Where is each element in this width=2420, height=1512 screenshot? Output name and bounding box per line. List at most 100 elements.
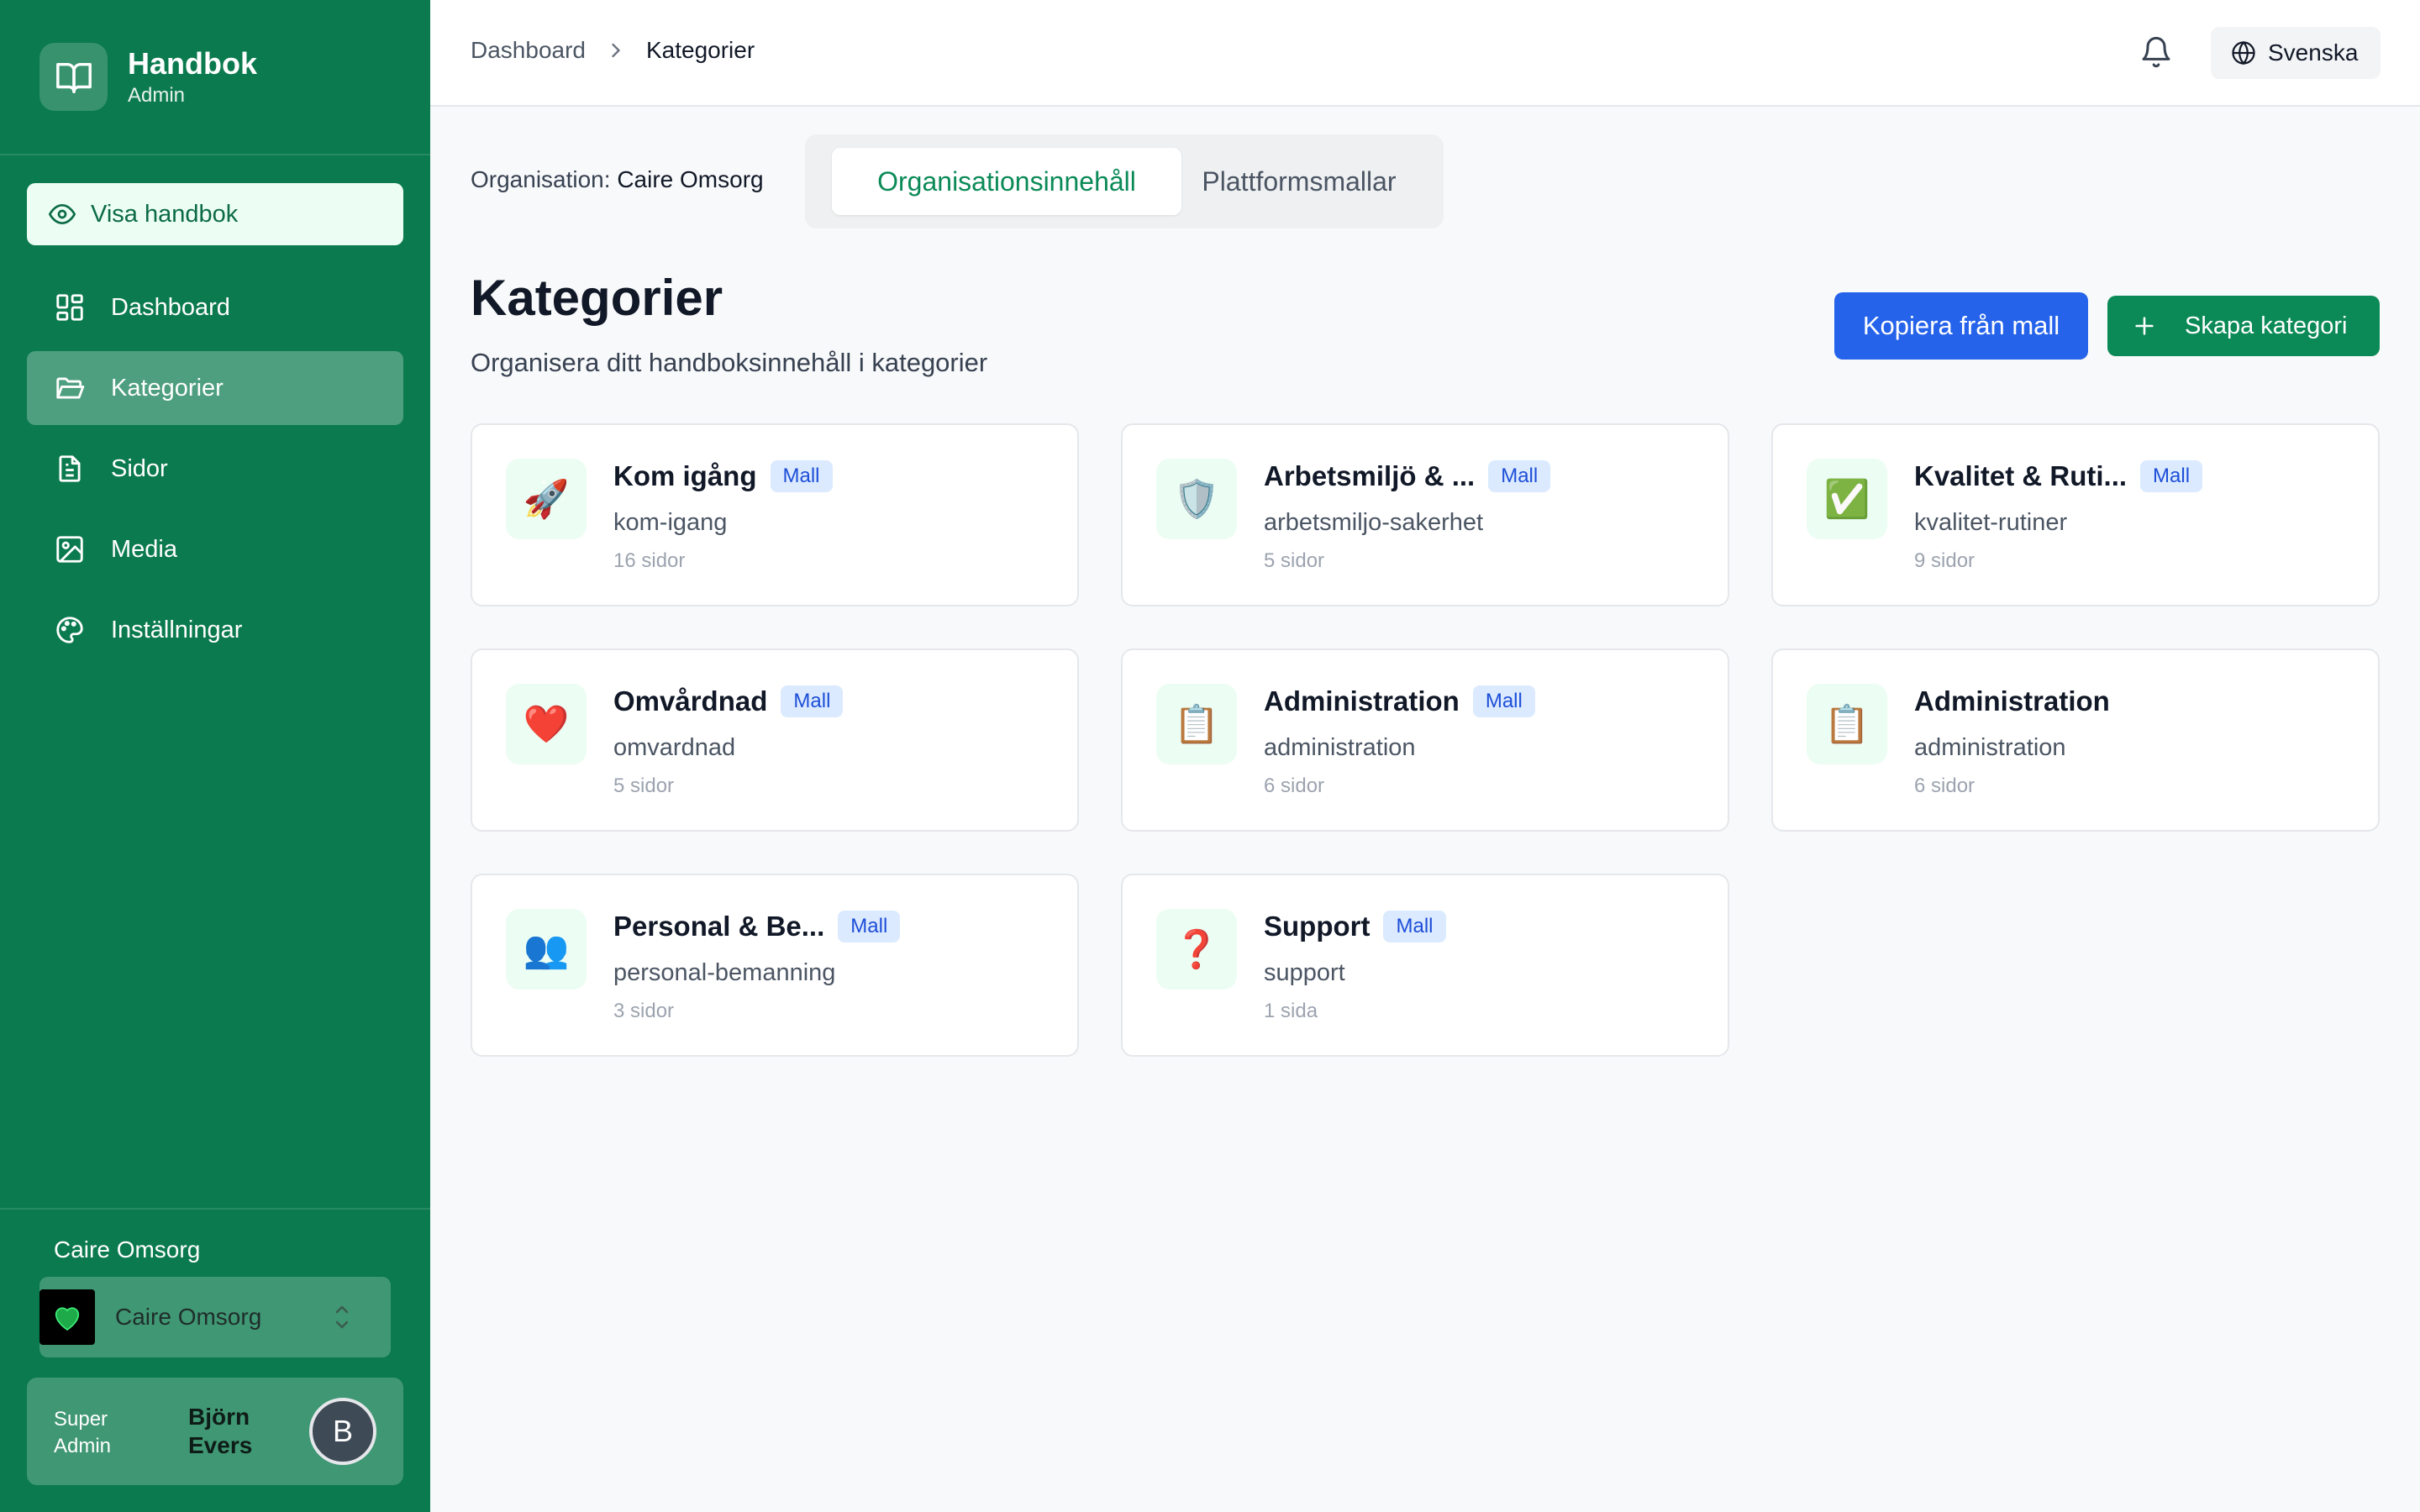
chevron-up-down-icon <box>332 1300 352 1334</box>
category-title: Omvårdnad <box>613 685 768 717</box>
card-emoji: ✅ <box>1823 479 1870 520</box>
card-emoji: ❤️ <box>523 704 570 745</box>
category-title: Kom igång <box>613 460 757 491</box>
template-badge: Mall <box>2140 460 2203 492</box>
brand-subtitle: Admin <box>128 83 186 107</box>
organization-select-value: Caire Omsorg <box>115 1304 262 1330</box>
heart-icon: ❤️ <box>506 684 587 764</box>
template-badge: Mall <box>838 911 901 942</box>
bell-icon[interactable] <box>2139 35 2173 69</box>
category-slug: kom-igang <box>613 509 728 536</box>
image-icon <box>54 533 86 565</box>
create-category-button[interactable]: Skapa kategori <box>2107 296 2380 356</box>
view-handbook-button[interactable]: Visa handbok <box>27 183 403 245</box>
language-label: Svenska <box>2268 39 2359 66</box>
sidebar-item-kategorier[interactable]: Kategorier <box>27 351 403 425</box>
category-slug: arbetsmiljo-sakerhet <box>1264 509 1484 536</box>
sidebar-item-label: Media <box>111 535 177 563</box>
brand-title: Handbok <box>128 45 258 81</box>
sidebar: Handbok Admin Visa handbok Dashboard Kat… <box>0 0 430 1512</box>
organization-select[interactable]: Caire Omsorg <box>39 1277 391 1357</box>
create-category-label: Skapa kategori <box>2185 312 2348 339</box>
eye-icon <box>49 201 76 228</box>
breadcrumb: Dashboard Kategorier <box>471 37 755 64</box>
language-button[interactable]: Svenska <box>2211 27 2381 79</box>
globe-icon <box>2231 40 2256 66</box>
card-emoji: 👥 <box>523 929 570 970</box>
divider <box>0 154 430 155</box>
category-card[interactable]: 📋 Administration administration 6 sidor <box>1771 648 2380 832</box>
category-slug: administration <box>1914 734 2066 761</box>
category-page-count: 6 sidor <box>1914 774 1975 797</box>
sidebar-item-sidor[interactable]: Sidor <box>27 432 403 506</box>
category-slug: omvardnad <box>613 734 736 761</box>
sidebar-item-label: Sidor <box>111 454 168 482</box>
book-icon <box>39 43 108 111</box>
template-badge: Mall <box>1488 460 1551 492</box>
category-slug: kvalitet-rutiner <box>1914 509 2068 536</box>
category-page-count: 5 sidor <box>613 774 675 797</box>
organization-line-label: Organisation: <box>471 166 611 192</box>
card-emoji: 📋 <box>1823 704 1870 745</box>
sidebar-item-installningar[interactable]: Inställningar <box>27 593 403 667</box>
template-badge: Mall <box>1383 911 1446 942</box>
category-card[interactable]: 🛡️ Arbetsmiljö & ... Mall arbetsmiljo-sak… <box>1121 423 1729 606</box>
copy-from-template-button[interactable]: Kopiera från mall <box>1834 292 2088 360</box>
clipboard-icon: 📋 <box>1156 684 1237 764</box>
tab-organisationsinnehall[interactable]: Organisationsinnehåll <box>832 148 1181 215</box>
category-card[interactable]: ❓ Support Mall support 1 sida <box>1121 874 1729 1057</box>
breadcrumb-dashboard[interactable]: Dashboard <box>471 37 586 64</box>
category-card[interactable]: 🚀 Kom igång Mall kom-igang 16 sidor <box>471 423 1079 606</box>
content-tabs: Organisationsinnehåll Plattformsmallar <box>805 134 1444 228</box>
check-mark-icon: ✅ <box>1807 459 1887 539</box>
card-emoji: 📋 <box>1173 704 1220 745</box>
avatar[interactable]: B <box>309 1398 376 1465</box>
category-page-count: 6 sidor <box>1264 774 1325 797</box>
category-title: Kvalitet & Ruti... <box>1914 460 2128 491</box>
category-title: Support <box>1264 911 1370 942</box>
page-subtitle: Organisera ditt handboksinnehåll i kateg… <box>471 348 988 377</box>
sidebar-item-dashboard[interactable]: Dashboard <box>27 270 403 344</box>
people-icon: 👥 <box>506 909 587 990</box>
card-emoji: ❓ <box>1173 929 1220 970</box>
category-page-count: 9 sidor <box>1914 549 1975 572</box>
sidebar-item-label: Dashboard <box>111 293 230 321</box>
category-card[interactable]: ✅ Kvalitet & Ruti... Mall kvalitet-rutine… <box>1771 423 2380 606</box>
page-icon <box>54 453 86 485</box>
organization-label: Caire Omsorg <box>54 1236 201 1263</box>
category-card[interactable]: ❤️ Omvårdnad Mall omvardnad 5 sidor <box>471 648 1079 832</box>
category-page-count: 5 sidor <box>1264 549 1325 572</box>
category-card[interactable]: 👥 Personal & Be... Mall personal-bemannin… <box>471 874 1079 1057</box>
brand[interactable]: Handbok Admin <box>39 43 257 111</box>
question-mark-icon: ❓ <box>1156 909 1237 990</box>
organization-logo <box>39 1289 95 1345</box>
organization-line: Organisation: Caire Omsorg <box>471 166 764 193</box>
user-name: Björn Evers <box>188 1404 253 1458</box>
chevron-right-icon <box>604 39 628 62</box>
template-badge: Mall <box>1472 685 1535 717</box>
category-title: Personal & Be... <box>613 911 825 942</box>
plus-icon <box>2133 314 2156 338</box>
category-page-count: 3 sidor <box>613 1000 675 1022</box>
category-page-count: 1 sida <box>1264 1000 1318 1022</box>
category-title: Arbetsmiljö & ... <box>1264 460 1476 491</box>
category-slug: personal-bemanning <box>613 959 836 986</box>
category-title: Administration <box>1264 685 1460 717</box>
template-badge: Mall <box>770 460 833 492</box>
sidebar-item-label: Kategorier <box>111 374 224 402</box>
organization-line-value: Caire Omsorg <box>617 166 764 192</box>
dashboard-icon <box>54 291 86 323</box>
view-handbook-label: Visa handbok <box>91 200 239 228</box>
category-card[interactable]: 📋 Administration Mall administration 6 si… <box>1121 648 1729 832</box>
rocket-icon: 🚀 <box>506 459 587 539</box>
template-badge: Mall <box>781 685 844 717</box>
sidebar-item-media[interactable]: Media <box>27 512 403 586</box>
card-emoji: 🚀 <box>523 479 570 520</box>
user-role: Super Admin <box>54 1408 112 1457</box>
user-card[interactable]: Super Admin Björn Evers B <box>27 1378 403 1485</box>
category-slug: support <box>1264 959 1345 986</box>
sidebar-item-label: Inställningar <box>111 616 243 643</box>
clipboard-icon: 📋 <box>1807 684 1887 764</box>
tab-plattformsmallar[interactable]: Plattformsmallar <box>1181 148 1417 215</box>
category-page-count: 16 sidor <box>613 549 686 572</box>
